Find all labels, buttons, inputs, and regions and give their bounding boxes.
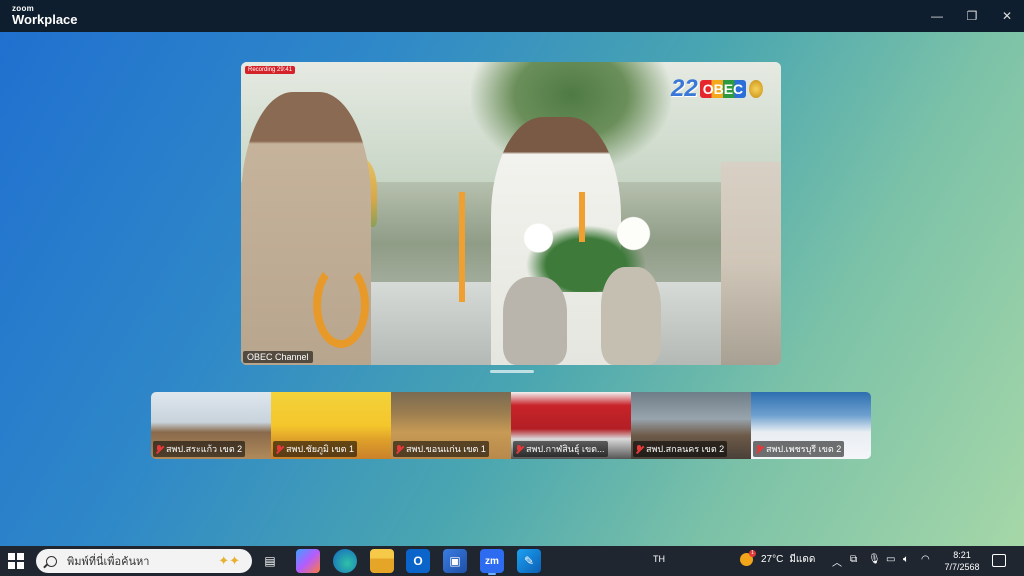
emblem-icon [749,80,764,98]
weather-alert-badge: 1 [749,550,756,557]
temperature: 27°C [761,554,784,565]
windows-taskbar: พิมพ์ที่นี่เพื่อค้นหา ✦✦ ▤ O ▣ zm ✎ TH 1… [0,546,1024,576]
start-button[interactable] [8,553,24,569]
video-candle [459,192,465,302]
sparkle-icon: ✦✦ [218,553,240,568]
search-placeholder: พิมพ์ที่นี่เพื่อค้นหา [67,556,150,568]
speaker-icon[interactable]: 🔈︎ [903,554,909,565]
whiteboard-icon: ✎ [523,554,535,568]
maximize-button[interactable]: ❐ [955,0,989,32]
active-speaker-video[interactable]: Recording 29:41 22 OBEC OBEC Channel [241,62,781,365]
participant-thumbnail[interactable]: สพป.ขอนแก่น เขต 1 [391,392,511,459]
file-explorer-app[interactable] [370,549,394,573]
thumbnail-name-label: สพป.ชัยภูมิ เขต 1 [273,441,357,457]
participant-thumbnail[interactable]: สพป.เพชรบุรี เขต 2 [751,392,871,459]
participant-thumbnail[interactable]: สพป.สระแก้ว เขต 2 [151,392,271,459]
participant-thumbnail[interactable]: สพป.กาฬสินธุ์ เขต... [511,392,631,459]
thumbnail-name: สพป.สระแก้ว เขต 2 [166,444,243,454]
whiteboard-app[interactable]: ✎ [517,549,541,573]
participant-thumbnail-strip: สพป.สระแก้ว เขต 2 สพป.ชัยภูมิ เขต 1 สพป.… [151,392,871,459]
channel-name: OBEC [699,80,747,98]
mic-muted-icon [756,444,763,454]
input-language[interactable]: TH [653,554,665,564]
windows-logo-icon [8,562,15,569]
thumbnail-name-label: สพป.เพชรบุรี เขต 2 [753,441,845,457]
participant-thumbnail[interactable]: สพป.สกลนคร เขต 2 [631,392,751,459]
mic-muted-icon [276,444,283,454]
windows-logo-icon [8,553,15,560]
weather-text: มีแดด [789,554,816,565]
thumbnail-name-label: สพป.กาฬสินธุ์ เขต... [513,441,608,457]
windows-logo-icon [17,553,24,560]
logo-line2: Workplace [12,12,78,27]
clock-time: 8:21 [953,550,971,560]
thumbnail-name-label: สพป.สระแก้ว เขต 2 [153,441,246,457]
chevron-up-icon[interactable]: ︿ [832,554,842,569]
taskbar-search-box[interactable]: พิมพ์ที่นี่เพื่อค้นหา ✦✦ [36,549,252,573]
sun-icon: 1 [740,550,756,566]
video-vase [503,277,567,365]
thumbnail-name: สพป.กาฬสินธุ์ เขต... [526,444,605,454]
obec-channel-logo: 22 OBEC [671,72,771,106]
restore-icon: ❐ [966,9,978,23]
participant-name-label: OBEC Channel [243,351,313,363]
mic-muted-icon [636,444,643,454]
title-bar: zoom Workplace — ❐ ✕ [0,0,1024,32]
participant-thumbnail[interactable]: สพป.ชัยภูมิ เขต 1 [271,392,391,459]
video-vase [601,267,661,365]
video-crowd [721,162,781,365]
search-icon [46,555,57,567]
close-icon: ✕ [1001,9,1013,23]
channel-number: 22 [671,75,698,102]
thumbnail-name: สพป.เพชรบุรี เขต 2 [766,444,842,454]
edge-app[interactable] [333,549,357,573]
battery-icon[interactable]: ▭ [886,554,895,565]
outlook-icon: O [413,554,423,568]
store-bag-icon: ▣ [449,554,461,568]
thumbnail-name: สพป.สกลนคร เขต 2 [646,444,725,454]
copilot-app[interactable] [296,549,320,573]
thumbnail-name: สพป.ขอนแก่น เขต 1 [406,444,486,454]
video-marigold-garland [313,262,369,348]
system-clock[interactable]: 8:21 7/7/2568 [940,549,984,573]
microphone-icon[interactable]: 🎙︎ [868,554,881,565]
task-view-icon: ▤ [264,554,276,568]
zoom-icon: zm [485,555,499,567]
zoom-workplace-logo: zoom Workplace [12,4,78,27]
wifi-icon[interactable]: ◠ [921,554,930,565]
video-candle [579,192,585,242]
outlook-app[interactable]: O [406,549,430,573]
mic-muted-icon [156,444,163,454]
thumbnail-name: สพป.ชัยภูมิ เขต 1 [286,444,354,454]
strip-resize-handle[interactable] [490,370,534,373]
weather-widget[interactable]: 1 27°C มีแดด [740,550,816,567]
minimize-button[interactable]: — [920,0,954,32]
task-view-button[interactable]: ▤ [258,549,282,573]
close-button[interactable]: ✕ [990,0,1024,32]
notification-icon[interactable] [992,554,1006,567]
mic-muted-icon [516,444,523,454]
minimize-icon: — [931,9,943,23]
windows-logo-icon [17,562,24,569]
thumbnail-name-label: สพป.สกลนคร เขต 2 [633,441,728,457]
mic-muted-icon [396,444,403,454]
zoom-app[interactable]: zm [480,549,504,575]
clock-date: 7/7/2568 [944,562,980,572]
recording-badge: Recording 29:41 [245,66,296,74]
store-app[interactable]: ▣ [443,549,467,573]
thumbnail-name-label: สพป.ขอนแก่น เขต 1 [393,441,489,457]
meet-now-icon[interactable]: ⧉ [850,554,857,565]
